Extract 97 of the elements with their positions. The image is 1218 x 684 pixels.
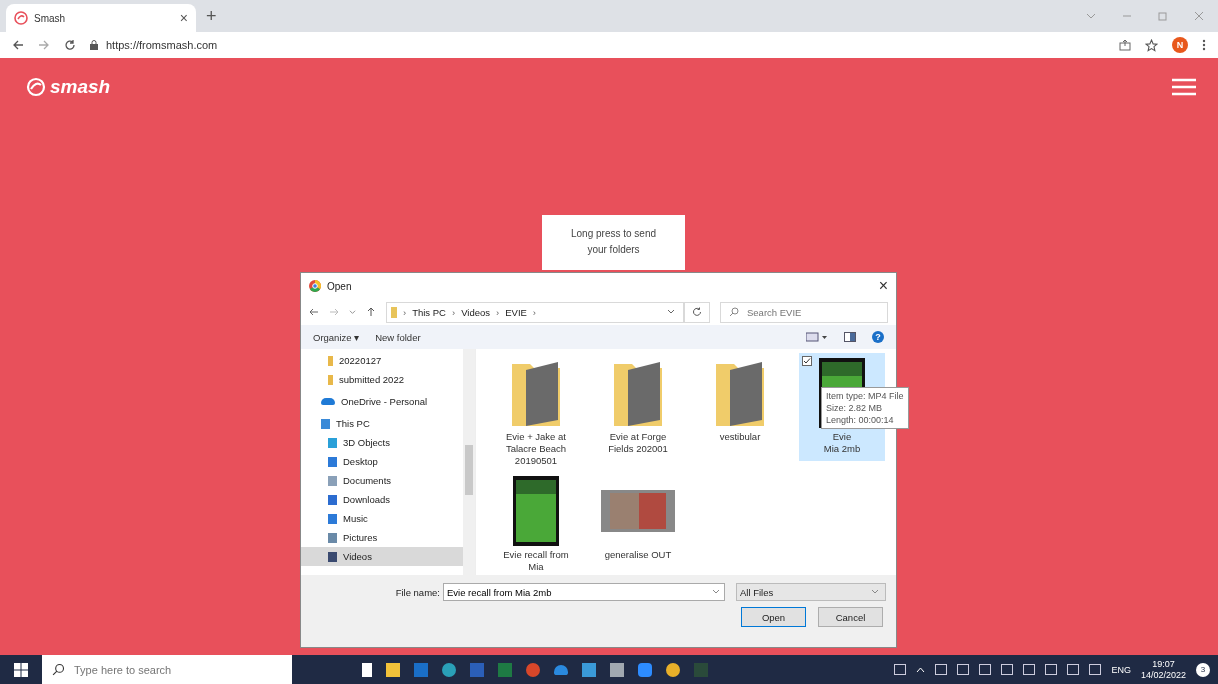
language-indicator[interactable]: ENG	[1111, 664, 1131, 675]
close-tab-button[interactable]: ×	[179, 10, 188, 26]
refresh-button[interactable]	[684, 301, 710, 323]
folder-thumbnail	[714, 360, 766, 426]
help-button[interactable]: ?	[872, 331, 884, 343]
notification-badge[interactable]: 3	[1196, 662, 1210, 677]
clock-date[interactable]: 14/02/2022	[1140, 669, 1186, 681]
file-name: Mia	[528, 561, 544, 573]
clock-time[interactable]: 19:07	[1152, 658, 1175, 670]
folder-icon	[328, 355, 333, 366]
cancel-button[interactable]: Cancel	[818, 607, 883, 627]
nav-item[interactable]: OneDrive - Personal	[301, 392, 463, 411]
file-name-field[interactable]: Evie recall from Mia 2mb	[443, 583, 725, 601]
nav-item[interactable]: Documents	[301, 471, 463, 490]
file-name: Evie at Forge	[609, 431, 667, 443]
back-arrow-icon[interactable]	[309, 307, 319, 317]
file-item[interactable]: generalise OUT	[595, 471, 681, 561]
file-name: Evie recall from	[503, 549, 569, 561]
file-item[interactable]: Evie recall from Mia	[493, 471, 579, 573]
up-arrow-icon[interactable]	[366, 307, 376, 317]
file-item[interactable]: Evie + Jake at Talacre Beach 20190501	[493, 353, 579, 467]
share-icon[interactable]	[1119, 39, 1131, 51]
breadcrumb-item[interactable]: EVIE	[505, 306, 527, 318]
nav-item[interactable]: This PC	[301, 414, 463, 433]
file-name: Evie	[832, 431, 852, 443]
taskbar-search-field[interactable]: Type here to search	[42, 655, 292, 684]
profile-avatar[interactable]: N	[1172, 37, 1188, 53]
search-icon	[729, 306, 739, 317]
back-arrow-icon[interactable]	[12, 39, 24, 51]
search-field[interactable]: Search EVIE	[720, 301, 888, 323]
nav-item[interactable]: 3D Objects	[301, 433, 463, 452]
chevron-up-icon[interactable]	[916, 666, 926, 673]
nav-item[interactable]: Desktop	[301, 452, 463, 471]
tray-icon[interactable]	[1001, 664, 1014, 675]
nav-item[interactable]: Music	[301, 509, 463, 528]
star-icon[interactable]	[1145, 38, 1158, 52]
tooltip-text: Size: 2.82 MB	[826, 402, 884, 414]
file-name: generalise OUT	[604, 549, 672, 561]
file-name: Fields 202001	[608, 443, 668, 455]
file-name: Evie + Jake at	[506, 431, 566, 443]
new-tab-button[interactable]: +	[206, 5, 217, 27]
url-text: https://fromsmash.com	[106, 39, 218, 51]
separator-text: ›	[496, 306, 500, 318]
open-button[interactable]: Open	[741, 607, 806, 627]
separator-text: ›	[532, 306, 537, 318]
checkbox-icon[interactable]	[802, 356, 812, 366]
nav-item[interactable]: Pictures	[301, 528, 463, 547]
preview-pane-icon[interactable]	[844, 332, 856, 342]
search-icon	[52, 663, 65, 676]
separator-text: ›	[451, 306, 456, 318]
folder-icon	[391, 306, 397, 318]
reload-icon[interactable]	[64, 39, 76, 51]
file-name: 20190501	[514, 455, 558, 467]
separator-text: ›	[403, 306, 407, 318]
menu-icon[interactable]	[1172, 78, 1196, 96]
video-thumbnail	[513, 476, 559, 546]
nav-item[interactable]: Downloads	[301, 490, 463, 509]
file-item[interactable]: Evie at Forge Fields 202001	[595, 353, 681, 455]
folder-thumbnail	[510, 360, 562, 426]
smash-logo-icon	[26, 77, 46, 97]
folder-thumbnail	[612, 360, 664, 426]
breadcrumb-item[interactable]: Videos	[461, 306, 491, 318]
view-options-icon[interactable]	[806, 332, 828, 342]
nav-item[interactable]: Videos	[301, 547, 463, 566]
address-field[interactable]: › This PC › Videos › EVIE ›	[386, 301, 684, 323]
new-folder-button[interactable]: New folder	[375, 331, 421, 343]
hint-popup: Long press to send your folders	[542, 215, 685, 270]
file-name: Mia 2mb	[823, 443, 861, 455]
lock-icon	[90, 40, 98, 50]
file-item[interactable]: vestibular	[697, 353, 783, 443]
tab-title: Smash	[34, 12, 67, 24]
smash-logo-icon	[14, 11, 28, 25]
nav-item[interactable]: submitted 2022	[301, 370, 463, 389]
windows-start-icon[interactable]	[14, 662, 28, 677]
organize-button[interactable]: Organize ▾	[313, 331, 360, 343]
chrome-logo-icon	[309, 280, 321, 292]
breadcrumb-item[interactable]: This PC	[412, 306, 446, 318]
dialog-title: Open	[327, 280, 353, 292]
address-bar[interactable]: https://fromsmash.com	[90, 39, 1105, 51]
logo-text[interactable]: smash	[50, 76, 111, 98]
browser-tab[interactable]: Smash ×	[6, 4, 196, 32]
tray-icon[interactable]	[894, 664, 907, 675]
scrollbar[interactable]	[463, 349, 475, 575]
refresh-icon	[692, 307, 702, 317]
chevron-down-icon	[871, 588, 879, 596]
file-name-label: File name:	[395, 586, 440, 598]
more-menu-icon[interactable]	[1202, 39, 1206, 51]
chevron-down-icon[interactable]	[712, 588, 720, 596]
tray-icon[interactable]	[935, 664, 948, 675]
folder-icon	[328, 374, 333, 385]
close-dialog-button[interactable]: ×	[878, 277, 888, 295]
file-name: vestibular	[719, 431, 761, 443]
file-name: Talacre Beach	[505, 443, 567, 455]
nav-item[interactable]: 20220127	[301, 351, 463, 370]
chevron-down-icon[interactable]	[667, 308, 675, 316]
file-type-dropdown[interactable]: All Files	[736, 583, 886, 601]
task-view-icon[interactable]	[362, 662, 372, 677]
